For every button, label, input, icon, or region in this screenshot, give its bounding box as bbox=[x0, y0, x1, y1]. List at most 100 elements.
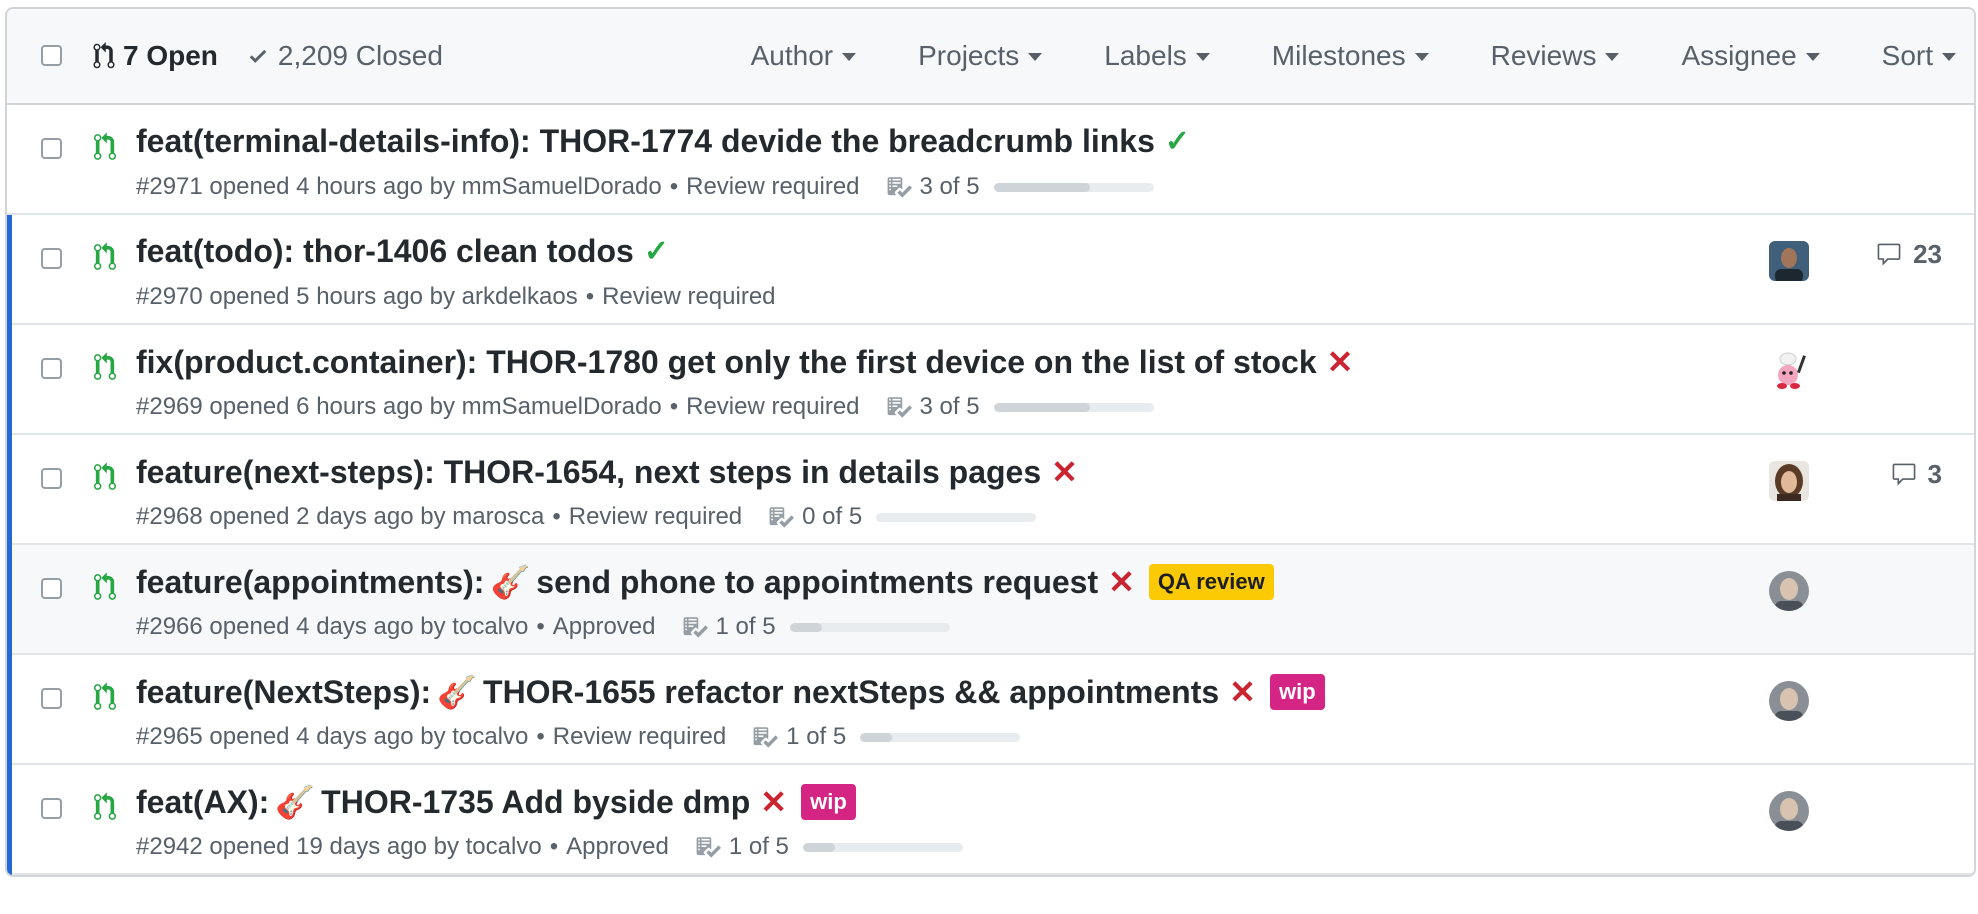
projects-filter[interactable]: Projects bbox=[918, 40, 1043, 72]
author-filter[interactable]: Author bbox=[751, 40, 857, 72]
pr-opened: opened 4 hours ago by bbox=[209, 173, 455, 200]
ci-failure-icon[interactable]: ✕ bbox=[760, 783, 787, 821]
assignee-avatar[interactable] bbox=[1769, 681, 1809, 721]
ci-success-icon[interactable]: ✓ bbox=[644, 234, 669, 269]
avatar-image bbox=[1769, 461, 1809, 501]
pull-request-icon bbox=[94, 792, 116, 820]
pr-author[interactable]: mmSamuelDorado bbox=[462, 393, 662, 421]
comment-count[interactable]: 3 bbox=[1890, 459, 1942, 490]
pr-checkbox[interactable] bbox=[41, 798, 62, 819]
pr-title-link[interactable]: feat(terminal-details-info): THOR-1774 d… bbox=[136, 123, 1155, 160]
pr-author[interactable]: mmSamuelDorado bbox=[462, 173, 662, 201]
review-status[interactable]: Approved bbox=[566, 833, 669, 861]
ci-failure-icon[interactable]: ✕ bbox=[1108, 563, 1135, 601]
select-all-checkbox[interactable] bbox=[41, 45, 62, 66]
review-status[interactable]: Review required bbox=[569, 503, 742, 531]
open-count: 7 Open bbox=[123, 40, 218, 71]
avatar-image bbox=[1769, 791, 1809, 831]
label-wip[interactable]: wip bbox=[801, 784, 856, 820]
pr-row[interactable]: fix(product.container): THOR-1780 get on… bbox=[7, 325, 1974, 435]
ci-success-icon[interactable]: ✓ bbox=[1165, 124, 1190, 159]
ci-failure-icon[interactable]: ✕ bbox=[1051, 453, 1078, 491]
pr-title-link[interactable]: send phone to appointments request bbox=[536, 564, 1098, 601]
pr-checkbox[interactable] bbox=[41, 578, 62, 599]
label-wip[interactable]: wip bbox=[1269, 674, 1325, 710]
closed-filter[interactable]: 2,209 Closed bbox=[246, 40, 443, 72]
assignee-filter[interactable]: Assignee bbox=[1681, 40, 1820, 72]
reviews-filter[interactable]: Reviews bbox=[1491, 40, 1620, 72]
pr-title-link[interactable]: fix(product.container): THOR-1780 get on… bbox=[136, 344, 1317, 381]
progress-bar bbox=[789, 622, 950, 632]
checklist-icon bbox=[769, 507, 795, 528]
pr-meta: #2966 opened 4 days ago by tocalvo • App… bbox=[136, 613, 950, 641]
pr-title-prefix[interactable]: feature(appointments): bbox=[136, 564, 484, 601]
review-status[interactable]: Review required bbox=[686, 173, 859, 201]
open-filter[interactable]: 7 Open bbox=[93, 40, 218, 72]
pr-checkbox[interactable] bbox=[41, 468, 62, 489]
progress-fill bbox=[789, 622, 822, 632]
pr-title-link[interactable]: feat(todo): thor-1406 clean todos bbox=[136, 233, 634, 270]
pr-row[interactable]: feat(AX): 🎸 THOR-1735 Add byside dmp ✕ w… bbox=[7, 765, 1974, 875]
checklist-icon bbox=[753, 727, 779, 748]
labels-filter[interactable]: Labels bbox=[1104, 40, 1210, 72]
task-count: 1 of 5 bbox=[786, 723, 847, 750]
pr-title-prefix[interactable]: feat(AX): bbox=[136, 784, 269, 821]
pr-author[interactable]: tocalvo bbox=[466, 833, 542, 861]
pull-request-icon bbox=[94, 682, 116, 710]
review-status[interactable]: Review required bbox=[553, 723, 726, 751]
ci-failure-icon[interactable]: ✕ bbox=[1327, 343, 1354, 381]
pr-row[interactable]: feature(appointments): 🎸 send phone to a… bbox=[7, 545, 1974, 655]
pr-checkbox[interactable] bbox=[41, 688, 62, 709]
pr-row[interactable]: feat(todo): thor-1406 clean todos ✓ #297… bbox=[7, 215, 1974, 325]
bullet: • bbox=[669, 173, 679, 200]
pr-title: feat(terminal-details-info): THOR-1774 d… bbox=[136, 123, 1190, 160]
sort-filter[interactable]: Sort bbox=[1882, 40, 1956, 72]
pr-checkbox[interactable] bbox=[41, 138, 62, 159]
pr-author[interactable]: tocalvo bbox=[452, 613, 528, 641]
pr-meta: #2970 opened 5 hours ago by arkdelkaos •… bbox=[136, 283, 776, 311]
avatar-image bbox=[1769, 681, 1809, 721]
task-count: 1 of 5 bbox=[715, 613, 776, 640]
progress-bar bbox=[993, 182, 1154, 192]
guitar-emoji: 🎸 bbox=[275, 784, 316, 820]
review-status[interactable]: Review required bbox=[686, 393, 859, 421]
task-progress: 3 of 5 bbox=[886, 173, 1154, 201]
pr-number: #2942 bbox=[136, 833, 203, 860]
pr-row[interactable]: feature(NextSteps): 🎸 THOR-1655 refactor… bbox=[7, 655, 1974, 765]
guitar-emoji: 🎸 bbox=[437, 674, 478, 710]
pr-author[interactable]: marosca bbox=[452, 503, 544, 531]
label-qa-review[interactable]: QA review bbox=[1148, 564, 1274, 600]
assignee-avatar[interactable] bbox=[1769, 461, 1809, 501]
task-count: 3 of 5 bbox=[919, 393, 980, 420]
state-toggle: 7 Open 2,209 Closed bbox=[93, 9, 471, 103]
pr-row[interactable]: feat(terminal-details-info): THOR-1774 d… bbox=[7, 105, 1974, 215]
pr-title-link[interactable]: THOR-1655 refactor nextSteps && appointm… bbox=[483, 674, 1219, 711]
assignee-avatar[interactable] bbox=[1769, 791, 1809, 831]
review-status[interactable]: Review required bbox=[602, 283, 775, 311]
bullet: • bbox=[669, 393, 679, 420]
pr-title-link[interactable]: THOR-1735 Add byside dmp bbox=[321, 784, 750, 821]
ci-failure-icon[interactable]: ✕ bbox=[1229, 673, 1256, 711]
caret-down-icon bbox=[1195, 53, 1210, 61]
task-progress: 1 of 5 bbox=[695, 833, 963, 861]
pr-title-link[interactable]: feature(next-steps): THOR-1654, next ste… bbox=[136, 454, 1041, 491]
pr-opened: opened 4 days ago by bbox=[209, 723, 446, 750]
caret-down-icon bbox=[1805, 53, 1820, 61]
pr-author[interactable]: tocalvo bbox=[452, 723, 528, 751]
task-progress: 1 of 5 bbox=[752, 723, 1021, 751]
pr-title: feature(appointments): 🎸 send phone to a… bbox=[136, 563, 1274, 601]
progress-fill bbox=[802, 842, 835, 852]
pr-title-prefix[interactable]: feature(NextSteps): bbox=[136, 674, 431, 711]
comment-count[interactable]: 23 bbox=[1875, 239, 1942, 270]
assignee-avatar[interactable] bbox=[1769, 241, 1809, 281]
pr-author[interactable]: arkdelkaos bbox=[462, 283, 578, 311]
assignee-avatar[interactable] bbox=[1769, 571, 1809, 611]
assignee-avatar[interactable] bbox=[1769, 351, 1809, 391]
pr-checkbox[interactable] bbox=[41, 358, 62, 379]
milestones-filter[interactable]: Milestones bbox=[1272, 40, 1429, 72]
bullet: • bbox=[585, 283, 595, 310]
review-status[interactable]: Approved bbox=[553, 613, 656, 641]
pr-meta: #2968 opened 2 days ago by marosca • Rev… bbox=[136, 503, 1037, 531]
pr-checkbox[interactable] bbox=[41, 248, 62, 269]
pr-row[interactable]: feature(next-steps): THOR-1654, next ste… bbox=[7, 435, 1974, 545]
